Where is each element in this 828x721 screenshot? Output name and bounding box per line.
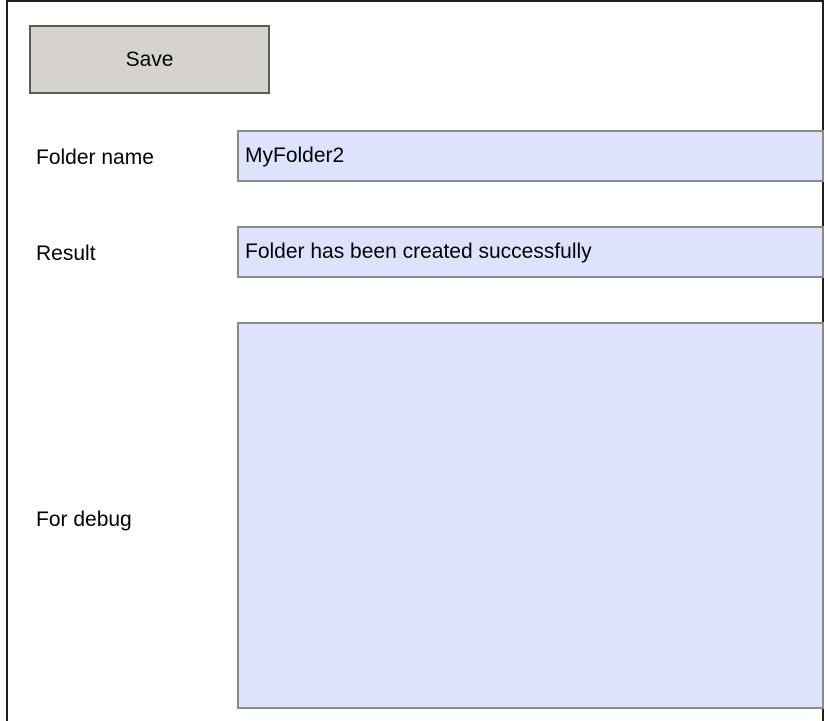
save-button[interactable]: Save <box>29 25 270 94</box>
folder-name-input[interactable] <box>237 130 824 182</box>
folder-name-label: Folder name <box>36 146 154 169</box>
debug-textarea[interactable] <box>237 322 824 709</box>
debug-label: For debug <box>36 508 132 531</box>
result-field[interactable] <box>237 226 824 278</box>
result-label: Result <box>36 242 96 265</box>
form-panel: Save Folder name Result For debug <box>6 0 824 721</box>
